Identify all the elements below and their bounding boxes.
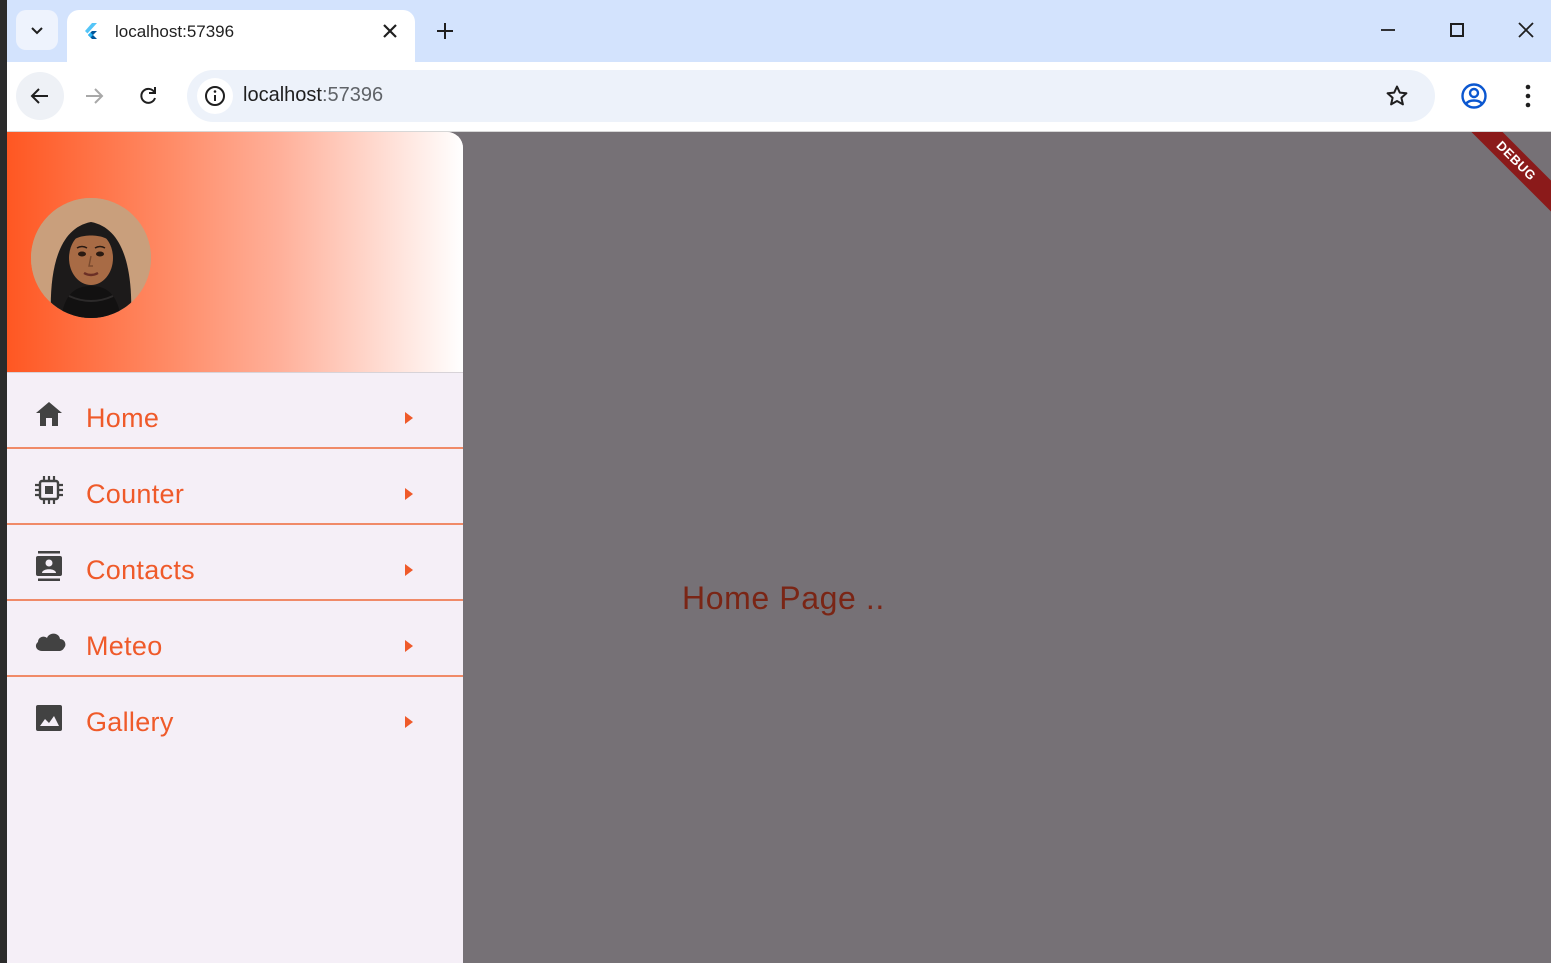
arrow-right-icon [405, 716, 413, 728]
home-page-text: Home Page .. [682, 580, 885, 616]
menu-item-label: Gallery [86, 707, 174, 737]
chip-icon [35, 476, 63, 504]
window-close-icon[interactable] [1516, 20, 1536, 40]
navigation-drawer: Home Counter Contacts Meteo Gallery [7, 132, 463, 963]
avatar-image [31, 198, 151, 318]
cloud-icon [35, 633, 66, 651]
profile-icon[interactable] [1460, 82, 1488, 110]
arrow-left-icon [30, 88, 48, 104]
minimize-icon[interactable] [1378, 20, 1398, 40]
plus-icon[interactable] [434, 20, 456, 42]
browser-toolbar: localhost:57396 [0, 62, 1551, 132]
browser-tabstrip: localhost:57396 [0, 0, 1551, 62]
drawer-menu-list: Home Counter Contacts Meteo Gallery [7, 373, 463, 751]
arrow-right-icon [405, 640, 413, 652]
tab-search-button[interactable] [16, 10, 58, 50]
menu-item-label: Counter [86, 479, 185, 509]
forward-button[interactable] [70, 72, 118, 120]
info-icon [205, 86, 225, 106]
url-host: localhost [243, 84, 322, 106]
address-bar[interactable]: localhost:57396 [187, 70, 1435, 122]
drawer-header [7, 132, 463, 373]
menu-item-counter[interactable]: Counter [7, 449, 463, 525]
flutter-favicon-icon [85, 23, 97, 39]
home-icon [36, 402, 62, 426]
url-port: :57396 [321, 84, 384, 106]
tab-title: localhost:57396 [115, 22, 235, 41]
back-button[interactable] [16, 72, 64, 120]
reload-icon [140, 87, 156, 104]
site-info-button[interactable] [197, 78, 233, 114]
left-edge-strip [0, 0, 7, 963]
app-viewport: Home Page .. DEBUG Home Counter Contacts… [7, 132, 1551, 963]
star-icon[interactable] [1385, 84, 1409, 108]
menu-item-home[interactable]: Home [7, 373, 463, 449]
arrow-right-icon [405, 564, 413, 576]
more-vert-icon[interactable] [1516, 82, 1540, 110]
arrow-right-icon [86, 88, 104, 104]
arrow-right-icon [405, 488, 413, 500]
menu-item-contacts[interactable]: Contacts [7, 525, 463, 601]
debug-banner: DEBUG [1455, 132, 1551, 222]
menu-item-label: Home [86, 403, 160, 433]
menu-item-label: Meteo [86, 631, 163, 661]
browser-tab[interactable]: localhost:57396 [67, 10, 415, 62]
menu-item-gallery[interactable]: Gallery [7, 677, 463, 751]
arrow-right-icon [405, 412, 413, 424]
chevron-down-icon [31, 27, 43, 35]
url-text: localhost:57396 [243, 84, 383, 107]
reload-button[interactable] [124, 72, 172, 120]
contacts-icon [36, 551, 62, 581]
menu-item-meteo[interactable]: Meteo [7, 601, 463, 677]
avatar[interactable] [31, 198, 151, 318]
menu-item-label: Contacts [86, 555, 195, 585]
maximize-icon[interactable] [1447, 20, 1467, 40]
image-icon [36, 705, 62, 731]
close-icon[interactable] [381, 22, 399, 40]
